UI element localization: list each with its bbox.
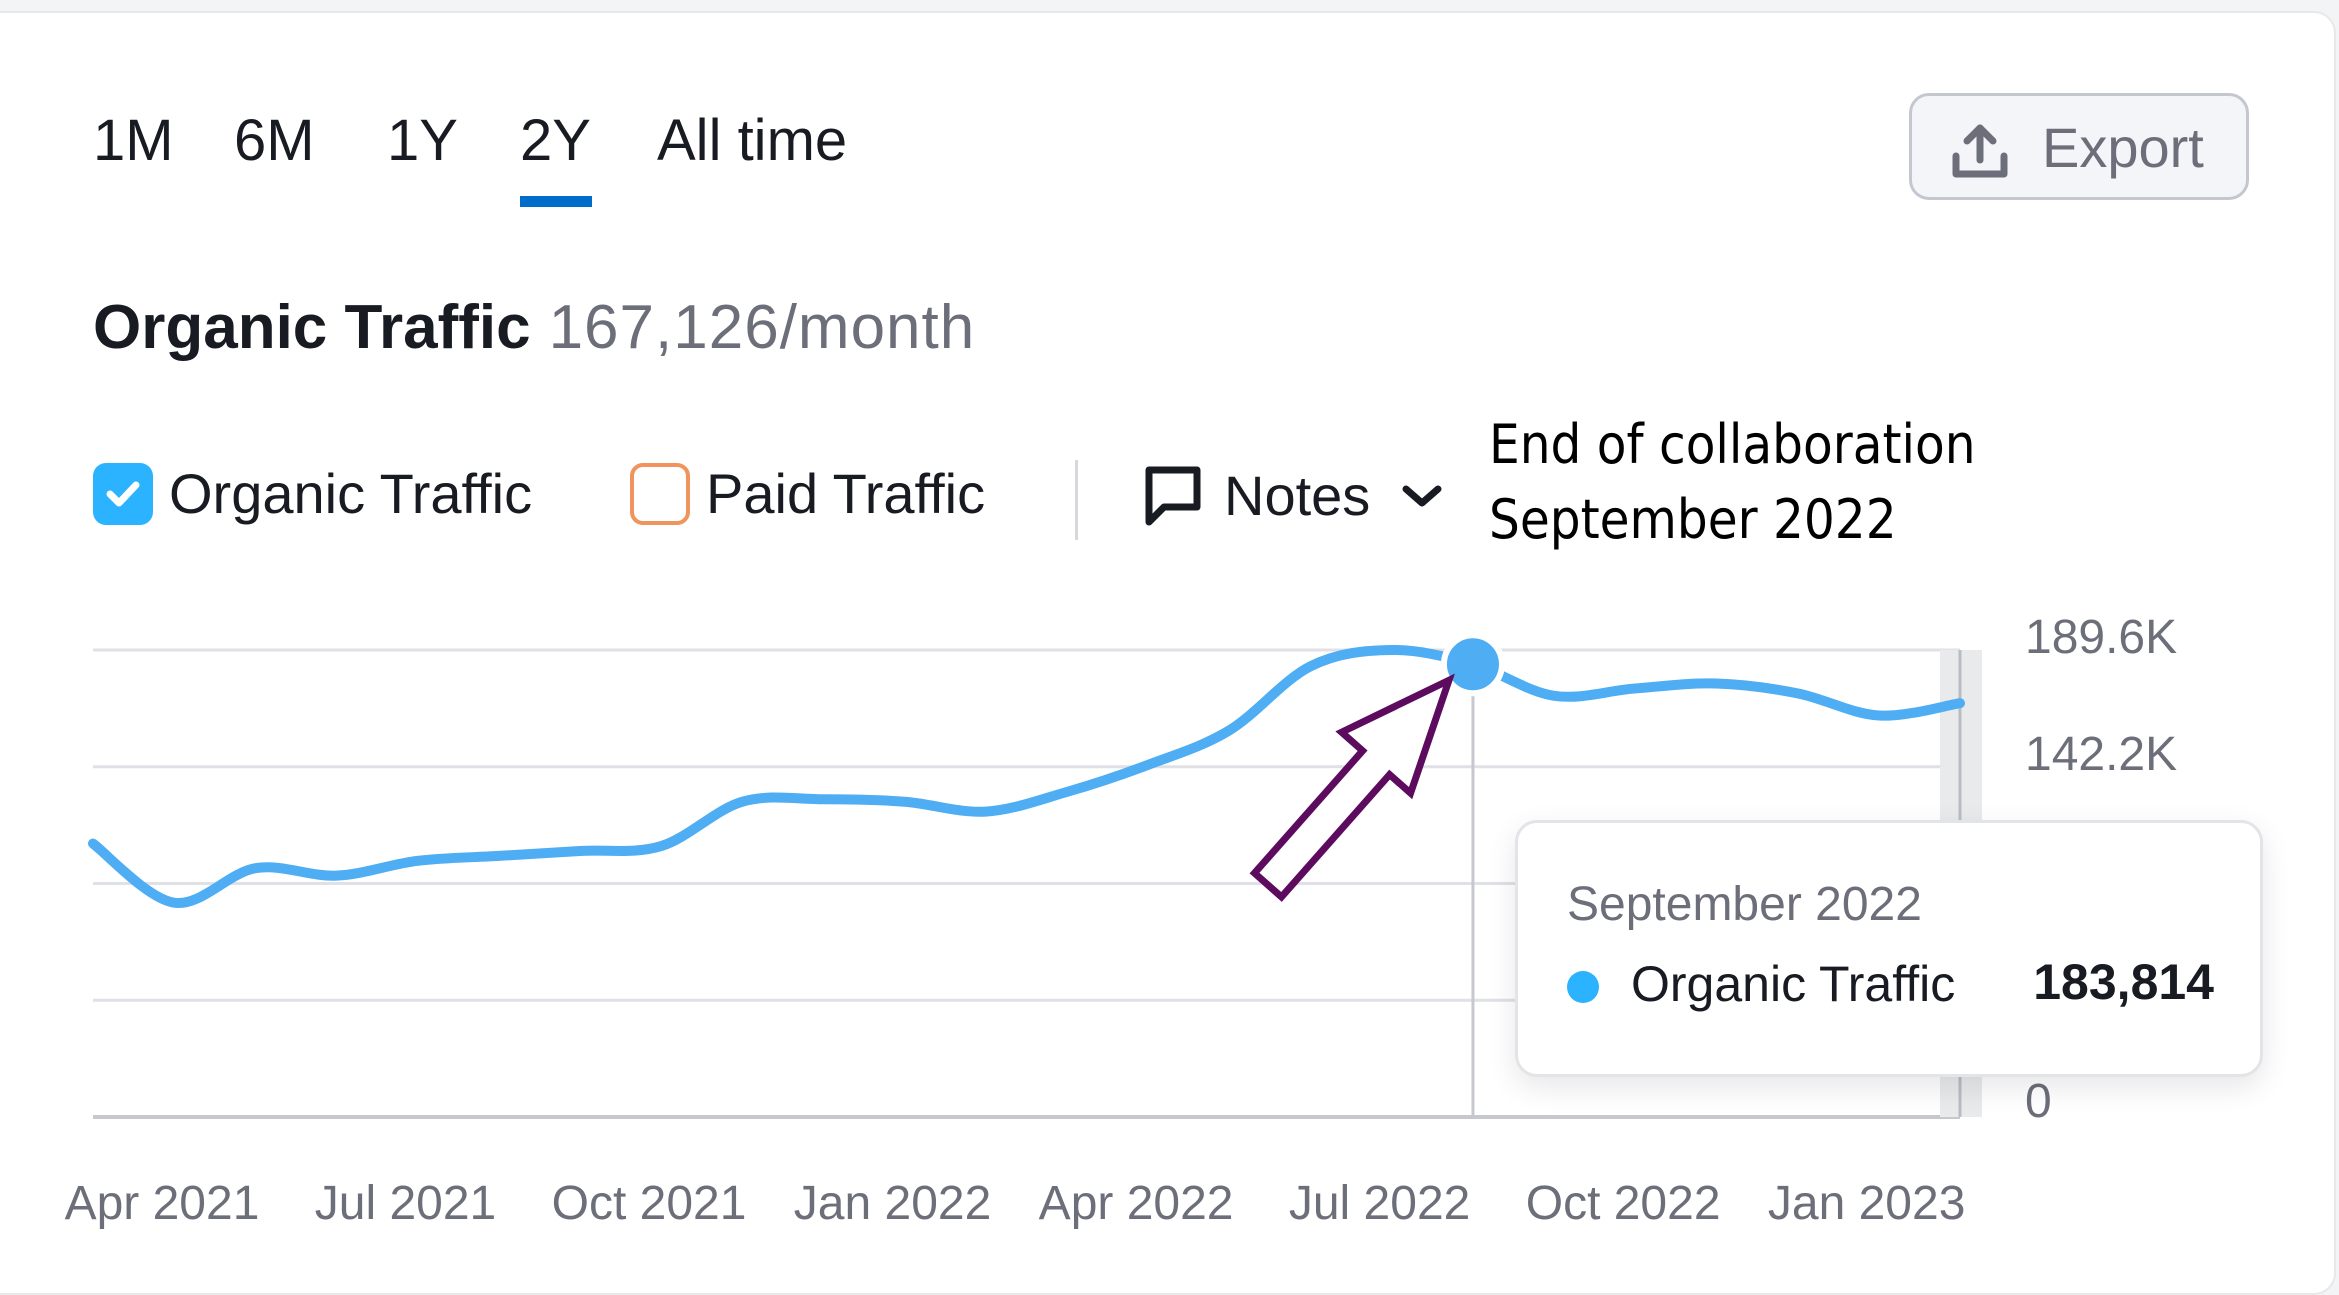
y-tick-label: 189.6K bbox=[2025, 611, 2178, 664]
annotation-arrow bbox=[1249, 673, 1455, 902]
y-tick-label: 142.2K bbox=[2025, 728, 2178, 781]
y-tick-label: 0 bbox=[2025, 1075, 2052, 1128]
highlight-point[interactable] bbox=[1440, 632, 1505, 697]
x-tick-label: Jul 2022 bbox=[1288, 1177, 1471, 1230]
tooltip-date: September 2022 bbox=[1567, 878, 1922, 931]
x-tick-label: Apr 2021 bbox=[64, 1177, 260, 1230]
x-tick-label: Apr 2022 bbox=[1038, 1177, 1234, 1230]
chart-tooltip: September 2022 Organic Traffic 183,814 bbox=[1515, 820, 2263, 1077]
tooltip-series-dot bbox=[1567, 971, 1599, 1003]
x-tick-label: Oct 2022 bbox=[1525, 1177, 1721, 1230]
x-tick-label: Oct 2021 bbox=[551, 1177, 747, 1230]
tooltip-value: 183,814 bbox=[2033, 954, 2214, 1010]
x-tick-label: Jul 2021 bbox=[314, 1177, 497, 1230]
tooltip-series-label: Organic Traffic bbox=[1631, 956, 1956, 1012]
x-tick-label: Jan 2022 bbox=[793, 1177, 992, 1230]
x-tick-label: Jan 2023 bbox=[1767, 1177, 1966, 1230]
